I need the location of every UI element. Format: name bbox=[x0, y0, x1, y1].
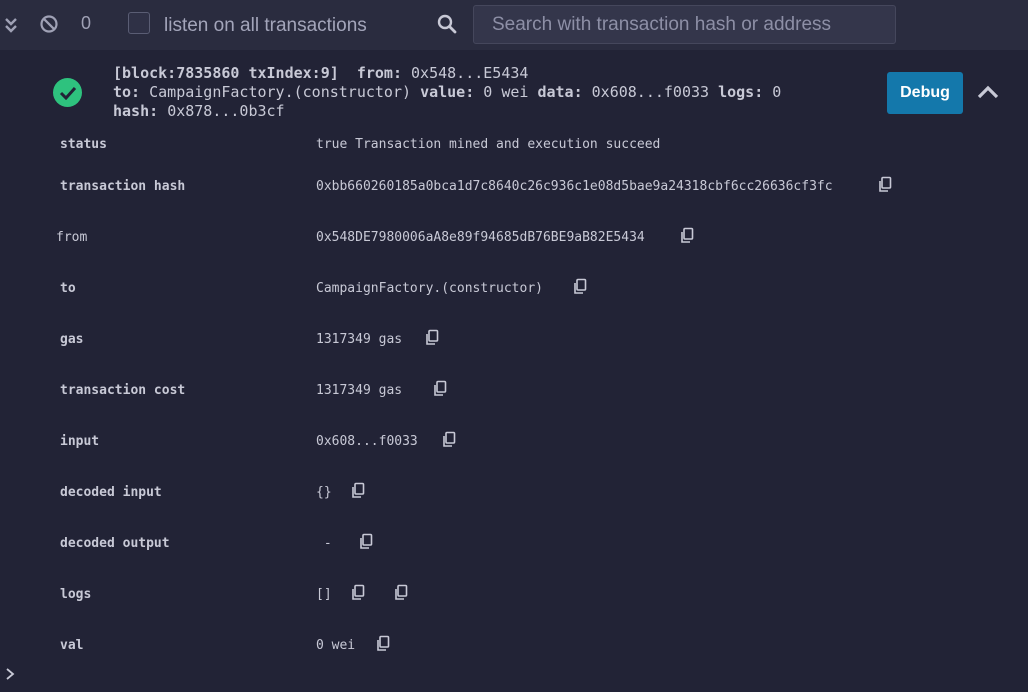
search-icon bbox=[436, 13, 458, 35]
tx-logs-value: 0 bbox=[772, 83, 782, 101]
clear-ban-icon[interactable] bbox=[38, 13, 60, 35]
success-check-icon bbox=[53, 78, 82, 107]
detail-value: 0xbb660260185a0bca1d7c8640c26c936c1e08d5… bbox=[316, 179, 833, 194]
tx-from-label: from: bbox=[356, 64, 402, 82]
detail-value: {} bbox=[316, 485, 332, 500]
copy-icon[interactable] bbox=[877, 176, 893, 194]
detail-key: from bbox=[56, 230, 88, 245]
tx-summary-line-2: to: CampaignFactory.(constructor) value:… bbox=[113, 83, 781, 101]
tx-data-value: 0x608...f0033 bbox=[591, 83, 710, 101]
listen-all-checkbox[interactable] bbox=[128, 12, 150, 34]
detail-value: 1317349 gas bbox=[316, 383, 403, 398]
detail-key: decoded input bbox=[60, 485, 162, 500]
copy-icon[interactable] bbox=[572, 278, 588, 296]
double-chevron-down-icon[interactable] bbox=[2, 14, 20, 36]
tx-summary-line-3: hash: 0x878...0b3cf bbox=[113, 102, 285, 120]
detail-value: 0x608...f0033 bbox=[316, 434, 418, 449]
copy-icon[interactable] bbox=[424, 329, 440, 347]
detail-row-input: input 0x608...f0033 bbox=[0, 431, 1028, 458]
tx-hash-value: 0x878...0b3cf bbox=[167, 102, 285, 120]
detail-key: transaction hash bbox=[60, 179, 186, 194]
tx-to-label: to: bbox=[113, 83, 141, 101]
detail-key: transaction cost bbox=[60, 383, 186, 398]
detail-value: true Transaction mined and execution suc… bbox=[316, 137, 661, 152]
search-input[interactable] bbox=[473, 5, 896, 44]
tx-block-label: [block:7835860 txIndex:9] bbox=[113, 64, 339, 82]
listen-all-label: listen on all transactions bbox=[164, 15, 367, 36]
detail-row-decoded-input: decoded input {} bbox=[0, 482, 1028, 509]
copy-icon[interactable] bbox=[441, 431, 457, 449]
detail-value: [] bbox=[316, 587, 332, 602]
detail-row-logs: logs [] bbox=[0, 584, 1028, 611]
debug-button[interactable]: Debug bbox=[887, 72, 963, 114]
tx-to-value: CampaignFactory.(constructor) bbox=[149, 83, 412, 101]
detail-key: logs bbox=[60, 587, 92, 602]
terminal-prompt-chevron-icon bbox=[4, 666, 18, 682]
detail-key: to bbox=[60, 281, 76, 296]
detail-row-from: from 0x548DE7980006aA8e89f94685dB76BE9aB… bbox=[0, 227, 1028, 254]
pending-tx-count: 0 bbox=[81, 13, 92, 33]
detail-row-transaction-cost: transaction cost 1317349 gas bbox=[0, 380, 1028, 407]
detail-key: gas bbox=[60, 332, 84, 347]
detail-key: decoded output bbox=[60, 536, 170, 551]
collapse-caret-up-icon[interactable] bbox=[975, 82, 1001, 102]
detail-row-decoded-output: decoded output - bbox=[0, 533, 1028, 560]
detail-value: 1317349 gas bbox=[316, 332, 403, 347]
detail-row-val: val 0 wei bbox=[0, 635, 1028, 662]
detail-value: 0x548DE7980006aA8e89f94685dB76BE9aB82E54… bbox=[316, 230, 645, 245]
tx-summary-line-1: [block:7835860 txIndex:9] from: 0x548...… bbox=[113, 64, 528, 82]
detail-row-to: to CampaignFactory.(constructor) bbox=[0, 278, 1028, 305]
copy-icon[interactable] bbox=[679, 227, 695, 245]
tx-logs-label: logs: bbox=[718, 83, 764, 101]
copy-icon[interactable] bbox=[432, 380, 448, 398]
terminal-toolbar: 0 listen on all transactions bbox=[0, 0, 1028, 50]
copy-icon[interactable] bbox=[358, 533, 374, 551]
tx-hash-label: hash: bbox=[113, 102, 159, 120]
detail-key: status bbox=[60, 137, 107, 152]
detail-value: 0 wei bbox=[316, 638, 356, 653]
copy-icon[interactable] bbox=[375, 635, 391, 653]
detail-row-gas: gas 1317349 gas bbox=[0, 329, 1028, 356]
tx-value-label: value: bbox=[420, 83, 475, 101]
copy-icon[interactable] bbox=[393, 584, 409, 602]
tx-value-value: 0 wei bbox=[483, 83, 529, 101]
detail-key: val bbox=[60, 638, 84, 653]
copy-icon[interactable] bbox=[350, 584, 366, 602]
detail-row-status: status true Transaction mined and execut… bbox=[0, 137, 1028, 161]
detail-row-transaction-hash: transaction hash 0xbb660260185a0bca1d7c8… bbox=[0, 176, 1028, 203]
detail-value: - bbox=[316, 536, 340, 551]
copy-icon[interactable] bbox=[350, 482, 366, 500]
detail-value: CampaignFactory.(constructor) bbox=[316, 281, 543, 296]
tx-data-label: data: bbox=[537, 83, 583, 101]
detail-key: input bbox=[60, 434, 100, 449]
tx-from-value: 0x548...E5434 bbox=[411, 64, 529, 82]
